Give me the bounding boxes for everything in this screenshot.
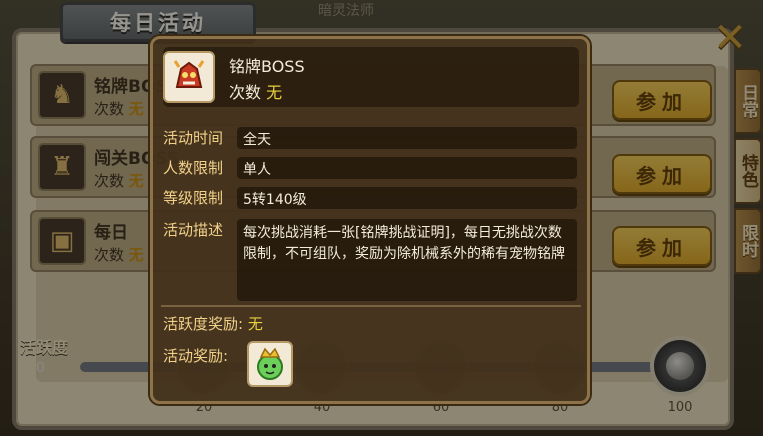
activity-reward-value: 无 <box>247 315 263 333</box>
players-label: 人数限制 <box>163 159 224 177</box>
description-value: 每次挑战消耗一张[铭牌挑战证明]，每日无挑战次数限制，不可组队，奖励为除机械系外… <box>237 219 577 301</box>
tooltip-activity-name: 铭牌BOSS <box>229 57 305 76</box>
tooltip-divider <box>161 305 581 307</box>
tooltip-count-value: 无 <box>266 83 283 102</box>
time-value: 全天 <box>237 127 577 149</box>
activity-detail-tooltip: 铭牌BOSS 次数 无 活动时间 全天 人数限制 单人 等级限制 5转140级 … <box>150 36 590 404</box>
description-label: 活动描述 <box>163 221 224 239</box>
tooltip-count: 次数 无 <box>229 79 282 103</box>
time-label: 活动时间 <box>163 129 224 147</box>
reward-label: 活动奖励: <box>163 347 229 365</box>
activity-reward-label: 活跃度奖励: <box>163 315 244 333</box>
pet-reward-icon-art <box>257 347 283 380</box>
activity-reward: 活跃度奖励: 无 <box>163 313 263 334</box>
level-value: 5转140级 <box>237 187 577 209</box>
level-label: 等级限制 <box>163 189 224 207</box>
pet-reward-icon[interactable] <box>247 341 293 387</box>
players-value: 单人 <box>237 157 577 179</box>
tooltip-boss-icon <box>163 51 215 103</box>
dragon-boss-icon <box>173 60 205 88</box>
tooltip-count-label: 次数 <box>229 83 262 102</box>
tooltip-header <box>163 47 579 107</box>
